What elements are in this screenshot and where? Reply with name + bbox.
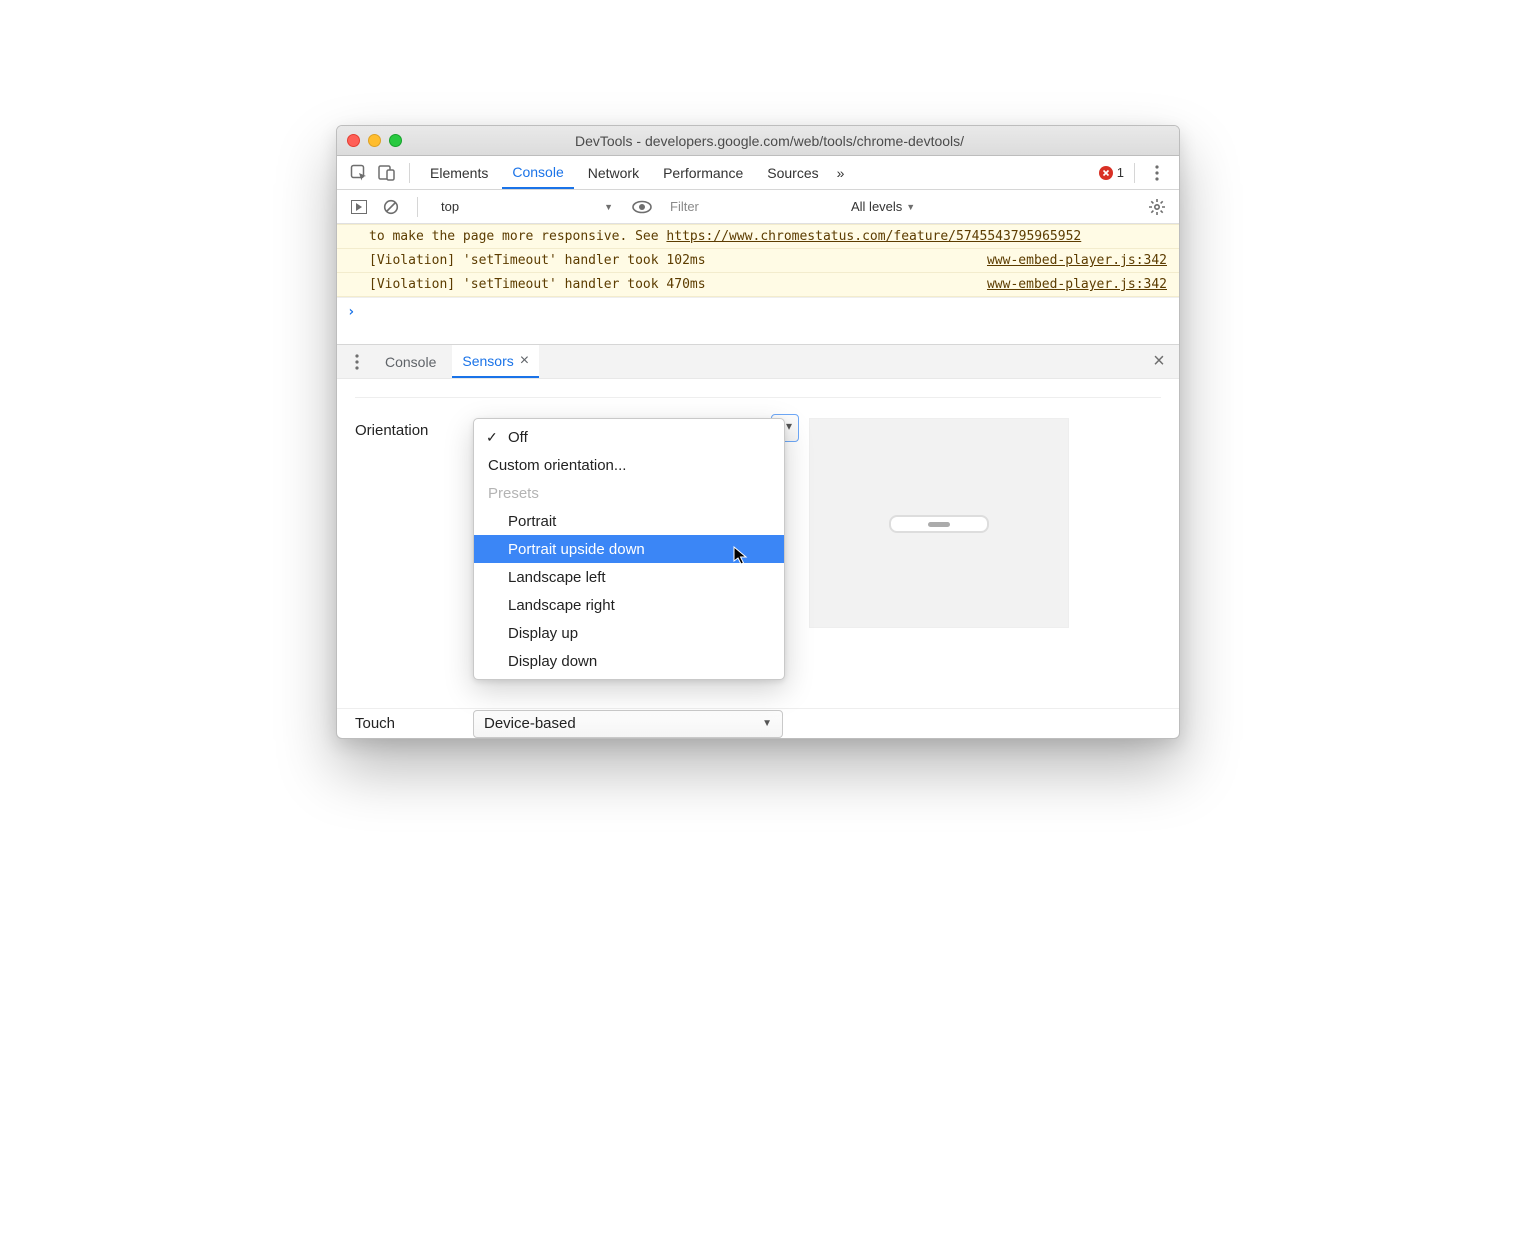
- divider: [355, 397, 1161, 398]
- drawer-tab-sensors[interactable]: Sensors ×: [452, 345, 539, 378]
- close-tab-icon[interactable]: ×: [520, 352, 529, 370]
- levels-value: All levels: [851, 199, 902, 214]
- minimize-window-button[interactable]: [368, 134, 381, 147]
- inspect-element-icon[interactable]: [347, 161, 371, 185]
- main-tabs: Elements Console Network Performance Sou…: [337, 156, 1179, 190]
- orientation-row: Orientation Off Custom orientation... Pr…: [355, 418, 1161, 680]
- log-message: to make the page more responsive. See ht…: [369, 229, 1167, 244]
- log-source-link[interactable]: www-embed-player.js:342: [977, 253, 1167, 268]
- dropdown-option-landscape-left[interactable]: Landscape left: [474, 563, 784, 591]
- live-expression-icon[interactable]: [630, 195, 654, 219]
- console-settings-icon[interactable]: [1145, 195, 1169, 219]
- separator: [1134, 163, 1135, 183]
- drawer-tabs: Console Sensors × ×: [337, 344, 1179, 378]
- dropdown-option-display-down[interactable]: Display down: [474, 647, 784, 675]
- console-log-row[interactable]: [Violation] 'setTimeout' handler took 10…: [337, 248, 1179, 272]
- sensors-panel: Orientation Off Custom orientation... Pr…: [337, 378, 1179, 680]
- drawer-tab-console[interactable]: Console: [375, 345, 446, 378]
- touch-label: Touch: [355, 715, 455, 732]
- devtools-window: DevTools - developers.google.com/web/too…: [336, 125, 1180, 739]
- orientation-selector[interactable]: Off Custom orientation... Presets Portra…: [473, 418, 791, 680]
- chevron-down-icon: ▼: [906, 202, 915, 212]
- log-link[interactable]: https://www.chromestatus.com/feature/574…: [666, 229, 1081, 244]
- dropdown-option-portrait[interactable]: Portrait: [474, 507, 784, 535]
- more-options-icon[interactable]: [1145, 161, 1169, 185]
- dropdown-option-custom[interactable]: Custom orientation...: [474, 451, 784, 479]
- log-message: [Violation] 'setTimeout' handler took 10…: [369, 253, 977, 268]
- close-drawer-icon[interactable]: ×: [1147, 350, 1171, 374]
- touch-selector[interactable]: Device-based ▼: [473, 710, 783, 738]
- context-value: top: [441, 199, 459, 214]
- chevron-down-icon: ▼: [604, 202, 613, 212]
- toggle-sidebar-icon[interactable]: [347, 195, 371, 219]
- dropdown-option-portrait-upside-down[interactable]: Portrait upside down: [474, 535, 784, 563]
- titlebar[interactable]: DevTools - developers.google.com/web/too…: [337, 126, 1179, 156]
- close-window-button[interactable]: [347, 134, 360, 147]
- drawer-tab-label: Sensors: [462, 353, 513, 369]
- log-source-link[interactable]: www-embed-player.js:342: [977, 277, 1167, 292]
- console-prompt[interactable]: ›: [337, 297, 1179, 326]
- console-log-row[interactable]: [Violation] 'setTimeout' handler took 47…: [337, 272, 1179, 297]
- tab-elements[interactable]: Elements: [420, 156, 498, 189]
- orientation-dropdown-menu: Off Custom orientation... Presets Portra…: [473, 418, 785, 680]
- tab-sources[interactable]: Sources: [757, 156, 828, 189]
- tabs-overflow-button[interactable]: »: [833, 156, 849, 189]
- orientation-label: Orientation: [355, 418, 455, 439]
- console-log-row[interactable]: to make the page more responsive. See ht…: [337, 224, 1179, 248]
- touch-row: Touch Device-based ▼: [337, 708, 1179, 738]
- filter-input[interactable]: Filter: [662, 195, 842, 219]
- tab-network[interactable]: Network: [578, 156, 649, 189]
- log-message: [Violation] 'setTimeout' handler took 47…: [369, 277, 977, 292]
- chevron-down-icon: ▼: [762, 718, 772, 729]
- dropdown-group-label: Presets: [474, 479, 784, 507]
- device-speaker: [928, 522, 950, 527]
- clear-console-icon[interactable]: [379, 195, 403, 219]
- log-levels-selector[interactable]: All levels ▼: [850, 195, 916, 219]
- dropdown-option-off[interactable]: Off: [474, 423, 784, 451]
- tab-performance[interactable]: Performance: [653, 156, 753, 189]
- device-toolbar-icon[interactable]: [375, 161, 399, 185]
- error-count-badge[interactable]: 1: [1099, 165, 1124, 180]
- console-toolbar: top ▼ Filter All levels ▼: [337, 190, 1179, 224]
- tab-console[interactable]: Console: [502, 156, 573, 189]
- device-outline: [889, 515, 989, 533]
- window-title: DevTools - developers.google.com/web/too…: [410, 133, 1169, 149]
- dropdown-option-landscape-right[interactable]: Landscape right: [474, 591, 784, 619]
- separator: [409, 163, 410, 183]
- drawer-more-icon[interactable]: [345, 350, 369, 374]
- zoom-window-button[interactable]: [389, 134, 402, 147]
- device-orientation-preview[interactable]: [809, 418, 1069, 628]
- touch-value: Device-based: [484, 715, 576, 732]
- window-controls: [347, 134, 402, 147]
- separator: [417, 197, 418, 217]
- dropdown-option-display-up[interactable]: Display up: [474, 619, 784, 647]
- execution-context-selector[interactable]: top ▼: [432, 195, 622, 219]
- error-count: 1: [1117, 165, 1124, 180]
